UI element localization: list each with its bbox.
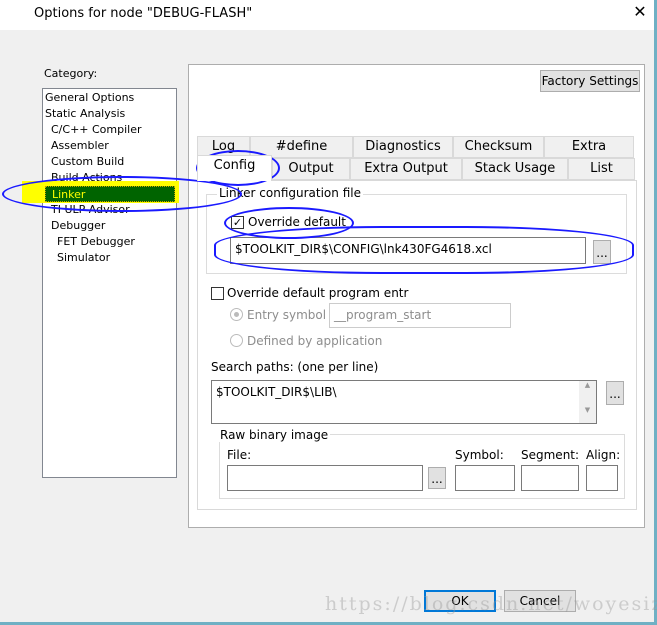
override-entry-label: Override default program entr (227, 286, 409, 300)
defined-by-app-label: Defined by application (247, 334, 383, 348)
override-default-checkbox[interactable]: ✓ (231, 216, 244, 229)
tab-config[interactable]: Config (197, 155, 272, 181)
ok-button[interactable]: OK (424, 590, 496, 612)
category-item[interactable]: Static Analysis (45, 106, 125, 122)
override-default-label: Override default (248, 215, 346, 229)
category-item[interactable]: General Options (45, 90, 134, 106)
segment-input[interactable] (521, 465, 579, 491)
search-paths-label: Search paths: (one per line) (211, 360, 379, 374)
tab-list[interactable]: List (568, 158, 635, 180)
override-entry-checkbox[interactable] (211, 287, 224, 300)
entry-symbol-radio[interactable] (230, 308, 243, 321)
tab-stack-usage[interactable]: Stack Usage (462, 158, 568, 180)
symbol-input[interactable] (455, 465, 515, 491)
category-item[interactable]: Debugger (51, 218, 105, 234)
cancel-button[interactable]: Cancel (504, 590, 576, 612)
category-item[interactable]: FET Debugger (57, 234, 135, 250)
segment-label: Segment: (521, 448, 580, 462)
file-label: File: (227, 448, 252, 462)
tab-output[interactable]: Output (272, 158, 350, 180)
search-paths-scrollbar[interactable]: ▲ ▼ (579, 381, 596, 423)
tab-checksum[interactable]: Checksum (453, 136, 544, 158)
raw-file-browse-button[interactable]: ... (428, 467, 446, 489)
category-label: Category: (44, 67, 98, 80)
defined-by-app-radio[interactable] (230, 334, 243, 347)
category-item[interactable]: C/C++ Compiler (51, 122, 142, 138)
category-item[interactable]: Custom Build (51, 154, 124, 170)
entry-symbol-label: Entry symbol (247, 308, 327, 322)
factory-settings-button[interactable]: Factory Settings (540, 70, 640, 92)
tab-extra-options[interactable]: Extra Options (544, 136, 634, 174)
close-icon[interactable]: ✕ (630, 2, 650, 21)
align-label: Align: (586, 448, 621, 462)
category-item[interactable]: Build Actions (51, 170, 122, 186)
entry-symbol-input[interactable]: __program_start (329, 303, 511, 328)
category-item[interactable]: Assembler (51, 138, 109, 154)
category-item[interactable]: Linker (45, 186, 175, 202)
search-paths-browse-button[interactable]: ... (606, 381, 624, 405)
category-item[interactable]: TI ULP Advisor (51, 202, 130, 218)
linker-config-group-label: Linker configuration file (217, 186, 363, 200)
tab-diagnostics[interactable]: Diagnostics (353, 136, 453, 158)
raw-binary-group-label: Raw binary image (218, 428, 331, 442)
config-file-input[interactable]: $TOOLKIT_DIR$\CONFIG\lnk430FG4618.xcl (230, 237, 586, 264)
symbol-label: Symbol: (455, 448, 504, 462)
align-input[interactable] (586, 465, 618, 491)
window-title: Options for node "DEBUG-FLASH" (34, 6, 253, 21)
tab-extra-output[interactable]: Extra Output (350, 158, 462, 180)
raw-file-input[interactable] (227, 465, 423, 491)
config-file-browse-button[interactable]: ... (593, 240, 611, 264)
category-item[interactable]: Simulator (57, 250, 110, 266)
search-paths-input[interactable]: $TOOLKIT_DIR$\LIB\ (211, 380, 597, 424)
